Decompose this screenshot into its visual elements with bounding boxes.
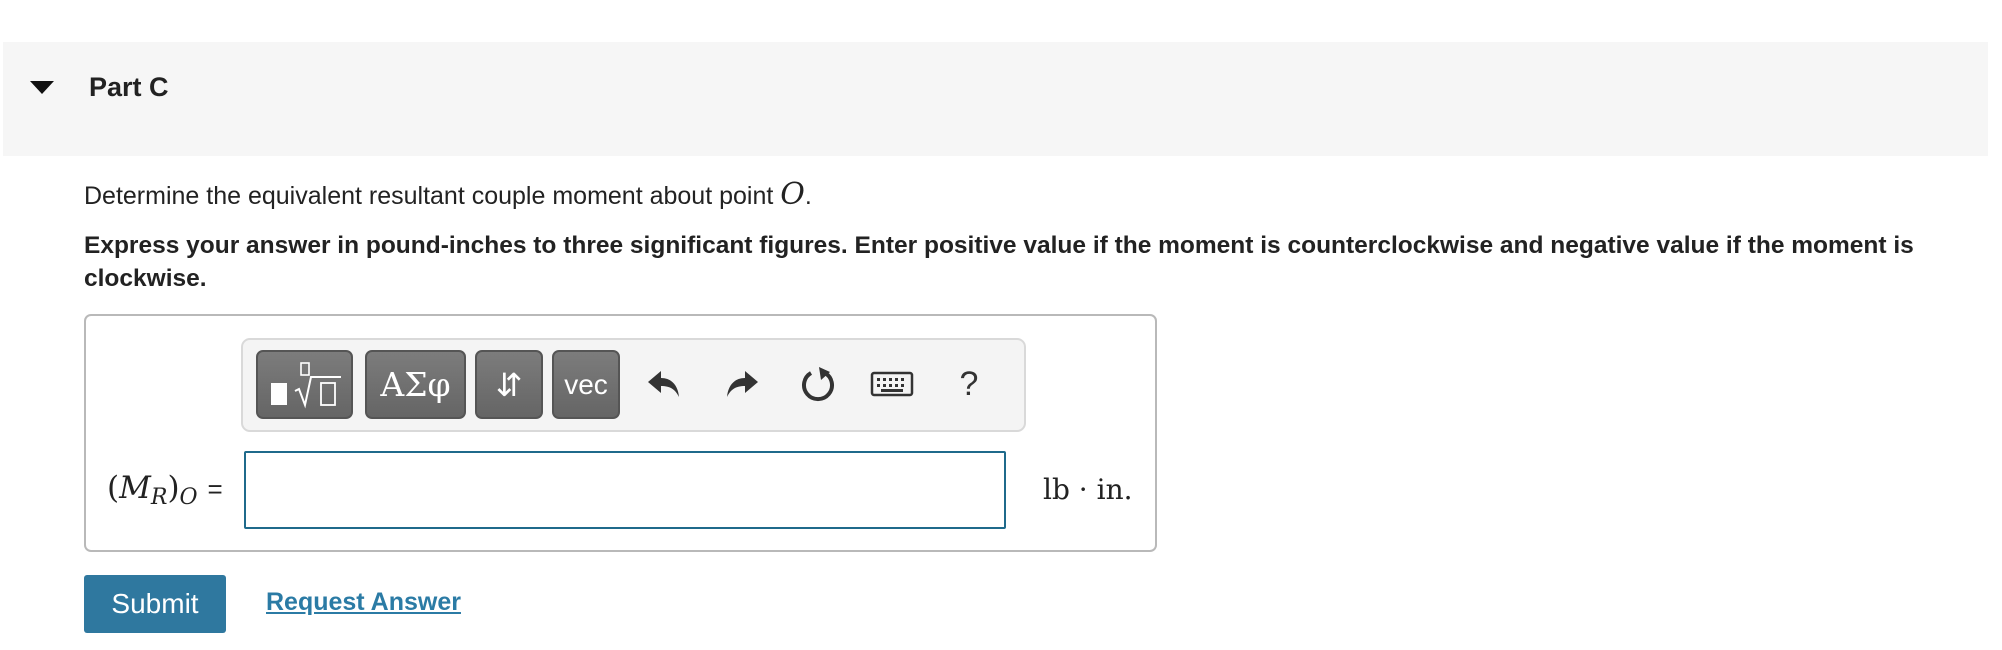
answer-instructions: Express your answer in pound-inches to t… [84, 232, 1914, 292]
caret-down-icon[interactable] [30, 81, 54, 94]
keyboard-icon [870, 371, 914, 397]
arrows-button[interactable]: ⇵ [475, 350, 543, 419]
unit-lb: lb [1043, 473, 1070, 506]
unit-dot: · [1078, 473, 1088, 506]
answer-variable-label: (MR)O = [107, 470, 223, 510]
reset-icon [802, 367, 834, 402]
request-answer-link[interactable]: Request Answer [266, 588, 461, 617]
undo-icon [648, 371, 679, 397]
vector-button[interactable]: vec [552, 350, 620, 419]
part-title[interactable]: Part C [89, 72, 169, 103]
point-subscript: O [179, 485, 198, 510]
reset-button[interactable] [791, 356, 847, 412]
redo-button[interactable] [714, 356, 770, 412]
question-end: . [804, 182, 812, 210]
variable-subscript: R [150, 485, 168, 510]
redo-icon [727, 371, 758, 397]
unit-in: in. [1096, 473, 1133, 506]
part-header[interactable] [3, 42, 1988, 156]
variable-symbol: M [119, 470, 151, 506]
point-symbol: O [780, 177, 805, 212]
greek-symbols-button[interactable]: ΑΣφ [365, 350, 466, 419]
question-prompt: Determine the equivalent resultant coupl… [84, 182, 781, 210]
templates-sqrt-icon [270, 361, 341, 409]
answer-input[interactable] [244, 451, 1006, 529]
undo-button[interactable] [636, 356, 692, 412]
keyboard-button[interactable] [864, 356, 920, 412]
units-label: lb · in. [1043, 473, 1133, 506]
question-text: Determine the equivalent resultant coupl… [84, 177, 812, 212]
submit-button[interactable]: Submit [84, 575, 226, 633]
equals-sign: = [207, 474, 223, 504]
templates-button[interactable] [256, 350, 353, 419]
help-button[interactable]: ? [941, 356, 997, 412]
